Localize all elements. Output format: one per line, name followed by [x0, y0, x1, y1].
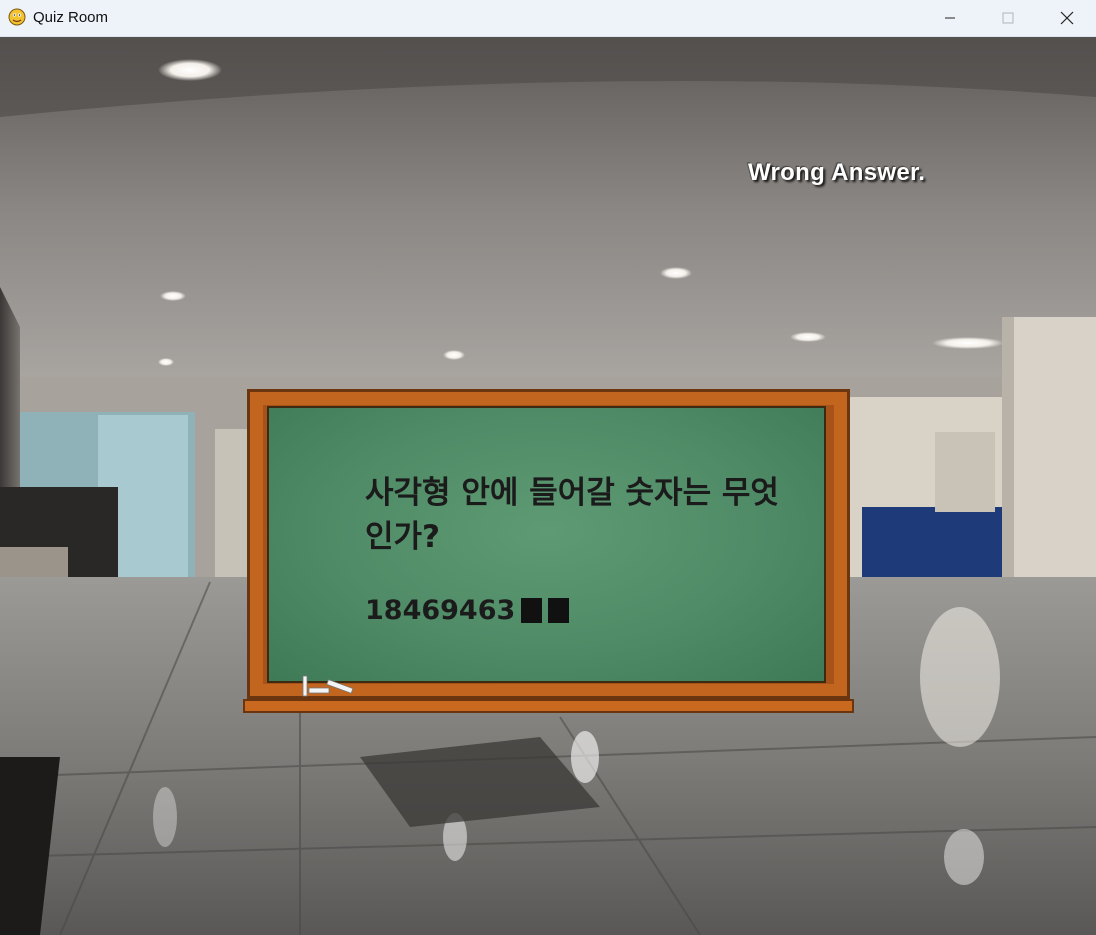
chalkboard-ledge	[243, 699, 854, 713]
window-title: Quiz Room	[33, 9, 109, 26]
number-sequence: 18469463	[365, 595, 570, 626]
close-icon	[1060, 11, 1074, 25]
game-scene: Wrong Answer. 사각형 안에 들어갈 숫자는 무엇인가? 18469…	[0, 37, 1096, 935]
python-snake-icon	[8, 8, 26, 26]
chalkboard: 사각형 안에 들어갈 숫자는 무엇인가? 18469463	[243, 389, 854, 717]
minimize-button[interactable]	[921, 0, 979, 36]
sequence-digits: 18469463	[365, 595, 516, 626]
chalkboard-surface: 사각형 안에 들어갈 숫자는 무엇인가? 18469463	[267, 406, 826, 683]
maximize-button[interactable]	[979, 0, 1037, 36]
question-text: 사각형 안에 들어갈 숫자는 무엇인가?	[365, 475, 779, 555]
answer-blank-box	[521, 598, 543, 623]
answer-blank-box	[548, 598, 570, 623]
title-bar[interactable]: Quiz Room	[0, 0, 1096, 37]
maximize-icon	[1002, 12, 1014, 24]
game-window: Quiz Room Wrong Answer. 사각형 안에 들어갈 숫자는 무…	[0, 0, 1096, 935]
minimize-icon	[945, 17, 955, 19]
chalk-icon	[302, 675, 354, 697]
feedback-message: Wrong Answer.	[748, 159, 926, 186]
close-button[interactable]	[1038, 0, 1096, 36]
